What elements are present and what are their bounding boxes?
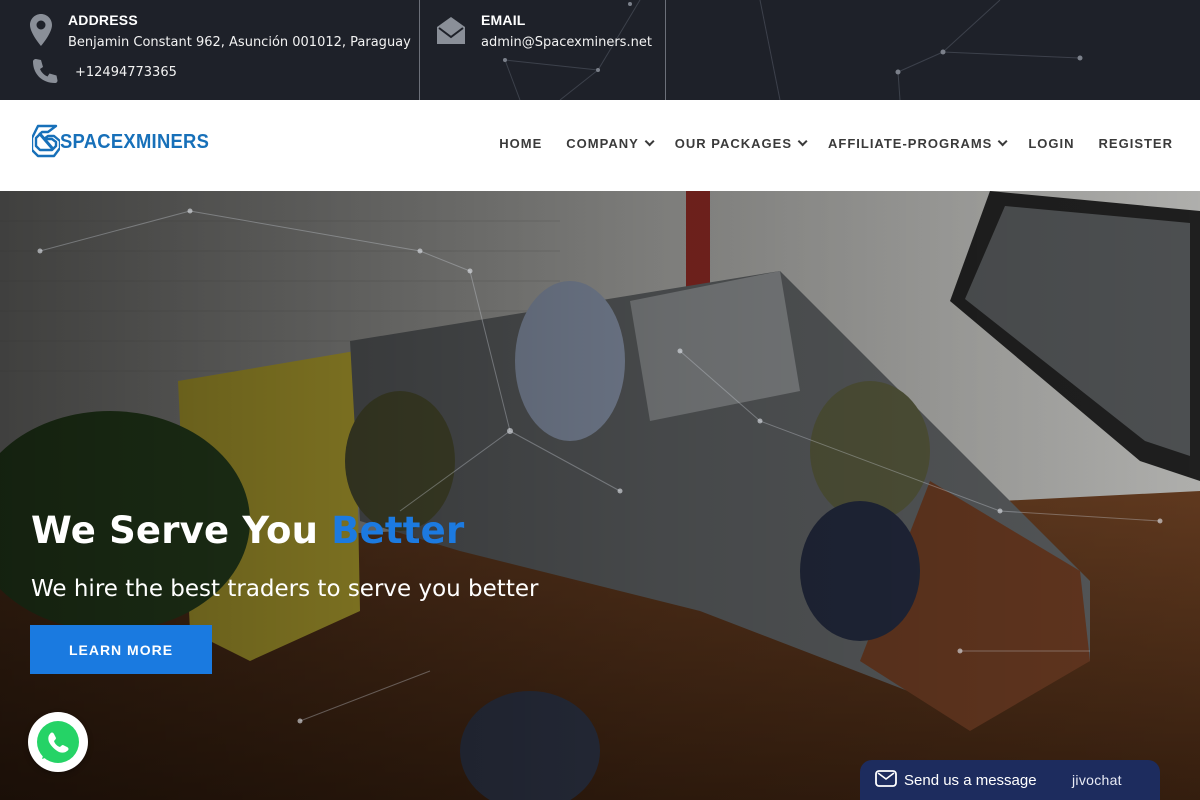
brand-name: SPACEXMINERS <box>60 131 210 153</box>
nav-company-label: COMPANY <box>566 136 639 151</box>
hero-background-image <box>0 191 1200 800</box>
hero-subtitle: We hire the best traders to serve you be… <box>31 576 539 602</box>
nav-affiliate-programs-label: AFFILIATE-PROGRAMS <box>828 136 993 151</box>
chevron-down-icon <box>797 136 808 147</box>
nav-our-packages[interactable]: OUR PACKAGES <box>674 136 808 151</box>
logo-mark-icon <box>32 124 60 158</box>
nav-home[interactable]: HOME <box>499 136 542 151</box>
nav-our-packages-label: OUR PACKAGES <box>674 136 792 151</box>
primary-nav: HOME COMPANY OUR PACKAGES AFFILIATE-PROG… <box>475 136 1173 151</box>
email-block: EMAIL admin@Spacexminers.net <box>420 0 666 100</box>
jivochat-widget[interactable]: Send us a message jivochat <box>860 760 1160 800</box>
chevron-down-icon <box>998 136 1008 147</box>
address-text: Benjamin Constant 962, Asunción 001012, … <box>68 35 411 50</box>
nav-login-label: LOGIN <box>1028 136 1075 151</box>
chat-message-icon <box>875 770 897 787</box>
address-title: ADDRESS <box>68 12 138 28</box>
learn-more-button[interactable]: LEARN MORE <box>30 625 212 674</box>
envelope-icon <box>437 17 465 44</box>
email-title: EMAIL <box>481 12 526 28</box>
hero-title-accent: Better <box>331 509 465 552</box>
nav-company[interactable]: COMPANY <box>566 136 655 151</box>
top-info-bar: ADDRESS Benjamin Constant 962, Asunción … <box>0 0 1200 100</box>
nav-affiliate-programs[interactable]: AFFILIATE-PROGRAMS <box>828 136 1008 151</box>
whatsapp-button[interactable] <box>28 712 88 772</box>
nav-home-label: HOME <box>499 136 543 151</box>
whatsapp-icon <box>37 721 79 763</box>
phone-text[interactable]: +12494773365 <box>75 65 177 80</box>
chat-label: Send us a message <box>904 772 1037 789</box>
hero-title: We Serve You Better <box>31 509 464 552</box>
map-pin-icon <box>30 14 52 46</box>
nav-register[interactable]: REGISTER <box>1099 136 1173 151</box>
brand-logo[interactable]: SPACEXMINERS <box>32 124 222 160</box>
main-navbar: SPACEXMINERS HOME COMPANY OUR PACKAGES A… <box>0 100 1200 191</box>
address-block: ADDRESS Benjamin Constant 962, Asunción … <box>0 0 420 100</box>
nav-login[interactable]: LOGIN <box>1028 136 1074 151</box>
hero-title-main: We Serve You <box>31 509 332 552</box>
jivochat-brand: jivochat <box>1072 772 1122 788</box>
email-text[interactable]: admin@Spacexminers.net <box>481 35 652 50</box>
hero-section: We Serve You Better We hire the best tra… <box>0 191 1200 800</box>
phone-icon <box>33 59 58 83</box>
chevron-down-icon <box>644 136 655 147</box>
nav-register-label: REGISTER <box>1098 136 1173 151</box>
